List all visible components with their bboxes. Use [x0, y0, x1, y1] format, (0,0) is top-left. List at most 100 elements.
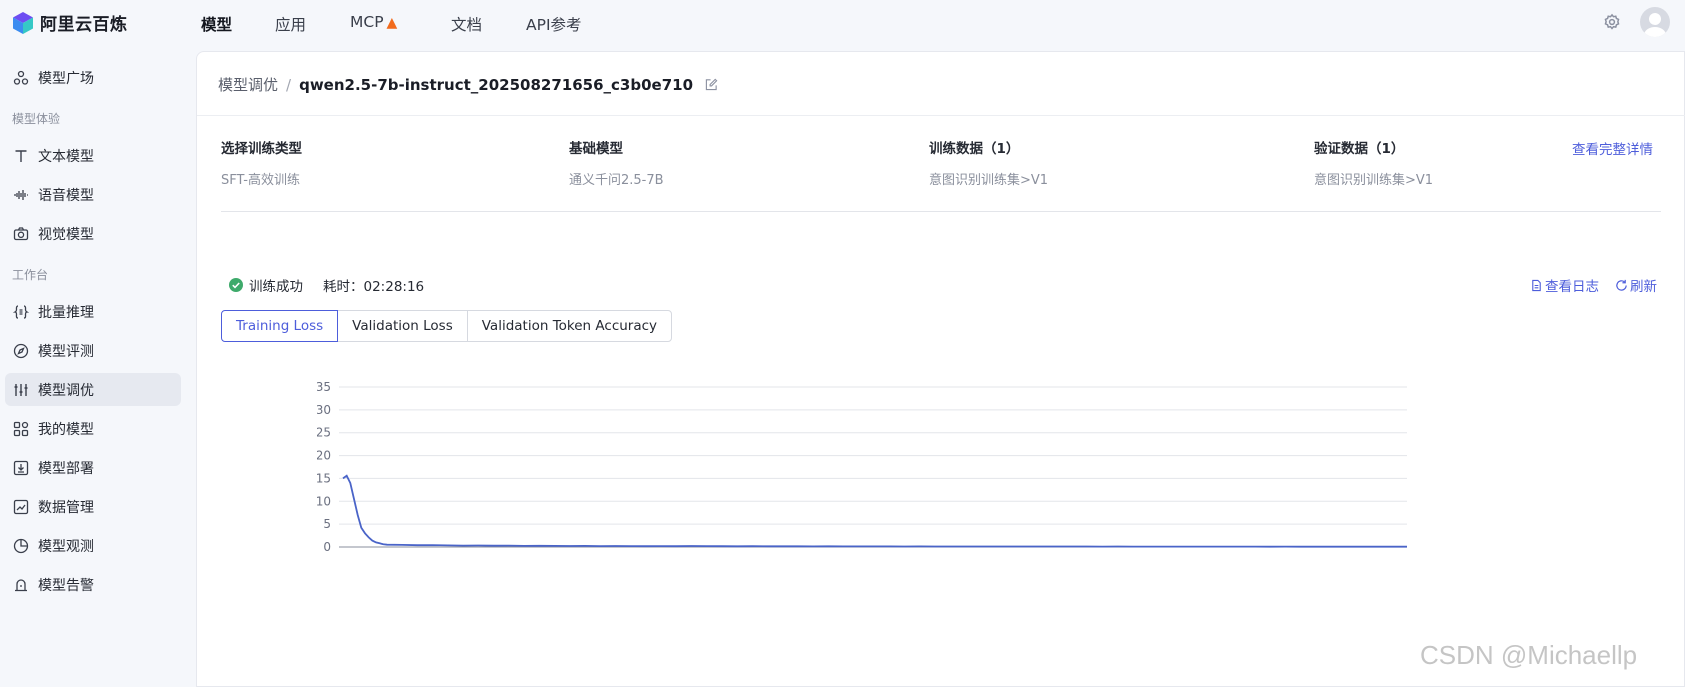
status-text: 训练成功: [249, 279, 303, 295]
sidebar-item-speech-model[interactable]: 语音模型: [5, 178, 181, 211]
watermark: CSDN @Michaellp: [1420, 640, 1638, 670]
info-label: 基础模型: [569, 141, 623, 157]
header-divider: [197, 115, 1685, 116]
refresh-label: 刷新: [1630, 279, 1657, 295]
metric-tabs: Training Loss Validation Loss Validation…: [221, 310, 673, 342]
info-value: 意图识别训练集>V1: [929, 173, 1049, 188]
chart-line-icon: [13, 499, 29, 514]
sidebar-item-label: 模型评测: [38, 343, 94, 360]
user-avatar[interactable]: [1640, 7, 1670, 37]
refresh-button[interactable]: 刷新: [1615, 275, 1657, 295]
sliders-icon: [14, 383, 28, 396]
nodes-icon: [13, 70, 29, 85]
avatar-person-icon: [1644, 13, 1666, 37]
sidebar-item-label: 文本模型: [38, 148, 94, 165]
view-log-label: 查看日志: [1545, 279, 1599, 295]
view-log-button[interactable]: 查看日志: [1530, 275, 1599, 295]
training-status: 训练成功 耗时：02:28:16: [229, 275, 424, 295]
compass-icon: [13, 343, 29, 358]
sidebar-item-batch-inference[interactable]: 批量推理: [5, 295, 181, 328]
info-train-data: 训练数据（1） 意图识别训练集>V1: [929, 137, 1048, 188]
sidebar-item-label: 批量推理: [38, 304, 94, 321]
training-loss-chart: 0 5 10 15 20 25 30 35: [317, 380, 1407, 554]
sidebar-item-label: 我的模型: [38, 421, 94, 438]
nav-mcp-label: MCP: [350, 13, 384, 31]
breadcrumb-separator: /: [286, 75, 292, 94]
text-icon: [15, 149, 27, 162]
y-tick-label: 30: [317, 403, 331, 417]
tab-validation-token-accuracy[interactable]: Validation Token Accuracy: [466, 310, 673, 342]
nav-api-reference[interactable]: API参考: [526, 13, 582, 35]
sidebar-item-label: 模型调优: [38, 382, 94, 399]
top-bar: 阿里云百炼 模型 应用 MCP ▲ 文档 API参考: [0, 0, 1685, 46]
brand-name: 阿里云百炼: [40, 15, 128, 35]
breadcrumb: 模型调优 / qwen2.5-7b-instruct_202508271656_…: [218, 74, 718, 95]
braces-icon: [13, 304, 29, 319]
info-divider: [221, 211, 1661, 212]
tab-validation-loss[interactable]: Validation Loss: [337, 310, 468, 342]
sidebar-group-workbench: 工作台: [12, 268, 49, 282]
sidebar-item-model-eval[interactable]: 模型评测: [5, 334, 181, 367]
view-full-details-link[interactable]: 查看完整详情: [1572, 138, 1653, 158]
sidebar-item-model-deploy[interactable]: 模型部署: [5, 451, 181, 484]
info-value: SFT-高效训练: [221, 173, 300, 188]
sidebar-item-label: 模型告警: [38, 577, 94, 594]
y-tick-label: 15: [317, 471, 331, 485]
edit-icon[interactable]: [705, 78, 718, 91]
y-tick-label: 35: [317, 380, 331, 394]
flame-icon: ▲: [386, 15, 398, 31]
apps-icon: [13, 421, 29, 436]
sidebar-item-text-model[interactable]: 文本模型: [5, 139, 181, 172]
info-label: 选择训练类型: [221, 141, 302, 157]
y-tick-label: 10: [317, 494, 331, 508]
camera-icon: [13, 226, 29, 240]
waveform-icon: [14, 189, 28, 200]
sidebar-item-data-mgmt[interactable]: 数据管理: [5, 490, 181, 523]
sidebar: 模型广场 模型体验 文本模型 语音模型 视觉模型 工作台 批量推理 模型评测 模…: [0, 46, 196, 687]
y-tick-label: 5: [323, 517, 331, 531]
info-value: 意图识别训练集>V1: [1314, 173, 1434, 188]
success-check-icon: [229, 278, 243, 292]
brand[interactable]: 阿里云百炼: [12, 10, 128, 35]
sidebar-item-label: 模型观测: [38, 538, 94, 555]
chart-actions: 查看日志 刷新: [1530, 275, 1657, 295]
info-label: 训练数据（1）: [929, 141, 1020, 157]
nav-docs[interactable]: 文档: [451, 13, 482, 35]
y-tick-label: 25: [317, 426, 331, 440]
sidebar-item-model-alert[interactable]: 模型告警: [5, 568, 181, 601]
page-title: qwen2.5-7b-instruct_202508271656_c3b0e71…: [299, 75, 694, 94]
sidebar-item-label: 模型广场: [38, 70, 94, 87]
sidebar-item-label: 语音模型: [38, 187, 94, 204]
sidebar-group-experience: 模型体验: [12, 112, 61, 126]
pie-chart-icon: [13, 538, 29, 553]
nav-mcp[interactable]: MCP ▲: [350, 13, 397, 31]
info-train-type: 选择训练类型 SFT-高效训练: [221, 137, 302, 188]
breadcrumb-root[interactable]: 模型调优: [218, 74, 278, 95]
sidebar-item-vision-model[interactable]: 视觉模型: [5, 217, 181, 250]
info-base-model: 基础模型 通义千问2.5-7B: [569, 137, 664, 188]
info-val-data: 验证数据（1） 意图识别训练集>V1: [1314, 137, 1433, 188]
alarm-icon: [15, 578, 27, 591]
training-loss-series-line: [342, 474, 1407, 548]
y-tick-label: 0: [323, 540, 331, 554]
brand-logo-icon: [13, 11, 33, 34]
nav-apps[interactable]: 应用: [275, 13, 306, 35]
sidebar-item-model-tuning[interactable]: 模型调优: [5, 373, 181, 406]
refresh-icon: [1616, 279, 1627, 291]
document-icon: [1532, 279, 1541, 291]
y-tick-label: 20: [317, 449, 331, 463]
sidebar-item-my-models[interactable]: 我的模型: [5, 412, 181, 445]
nav-models[interactable]: 模型: [201, 13, 232, 35]
info-label: 验证数据（1）: [1314, 141, 1405, 157]
info-value: 通义千问2.5-7B: [569, 173, 664, 188]
training-duration: 耗时：02:28:16: [323, 279, 425, 295]
gear-icon[interactable]: [1603, 13, 1621, 31]
main-panel: 模型调优 / qwen2.5-7b-instruct_202508271656_…: [196, 51, 1685, 687]
sidebar-item-label: 视觉模型: [38, 226, 94, 243]
tab-training-loss[interactable]: Training Loss: [221, 310, 339, 342]
sidebar-item-model-plaza[interactable]: 模型广场: [5, 61, 181, 94]
sidebar-item-label: 数据管理: [38, 499, 94, 516]
sidebar-item-label: 模型部署: [38, 460, 94, 477]
sidebar-item-model-observe[interactable]: 模型观测: [5, 529, 181, 562]
download-box-icon: [13, 460, 29, 475]
